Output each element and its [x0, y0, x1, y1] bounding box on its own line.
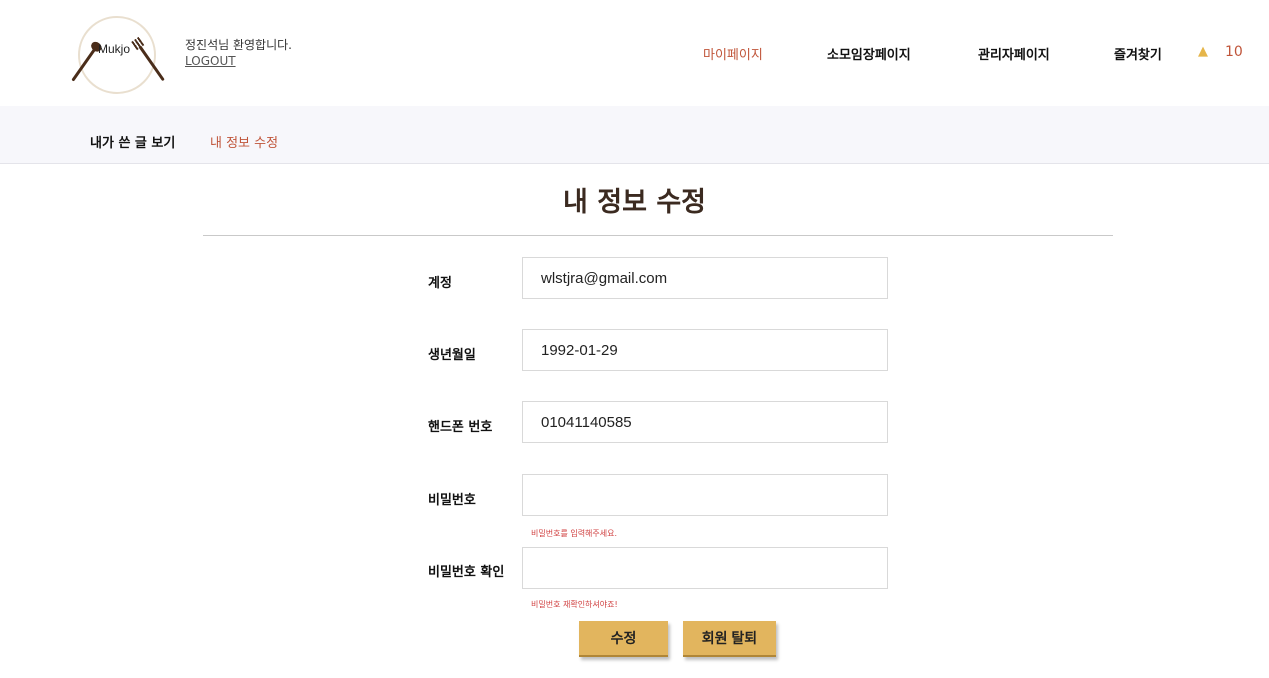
account-label: 계정 — [428, 276, 452, 291]
nav-group-leader-page[interactable]: 소모임장페이지 — [827, 44, 911, 63]
password-hint: 비밀번호를 입력해주세요. — [531, 529, 618, 538]
nav-mypage[interactable]: 마이페이지 — [703, 44, 763, 63]
password-confirm-hint: 비밀번호 재확인하셔야죠! — [531, 600, 618, 609]
birthdate-label: 생년월일 — [428, 348, 476, 363]
password-label: 비밀번호 — [428, 493, 476, 508]
fork-icon — [138, 45, 165, 82]
password-confirm-label: 비밀번호 확인 — [428, 565, 505, 580]
birthdate-field[interactable] — [522, 329, 888, 371]
submit-button[interactable]: 수정 — [579, 621, 668, 657]
page-title: 내 정보 수정 — [563, 187, 706, 218]
password-confirm-field[interactable] — [522, 547, 888, 589]
withdraw-button[interactable]: 회원 탈퇴 — [683, 621, 776, 657]
divider — [203, 235, 1113, 236]
header: Mukjo 정진석님 환영합니다. LOGOUT 마이페이지 소모임장페이지 관… — [0, 0, 1269, 106]
account-field[interactable] — [522, 257, 888, 299]
welcome-message: 정진석님 환영합니다. — [185, 38, 292, 52]
phone-label: 핸드폰 번호 — [428, 420, 493, 435]
logout-link[interactable]: LOGOUT — [185, 54, 236, 68]
bell-icon[interactable]: ▲ — [1198, 44, 1208, 59]
subnav-my-posts[interactable]: 내가 쓴 글 보기 — [90, 132, 175, 151]
phone-field[interactable] — [522, 401, 888, 443]
notification-count[interactable]: 10 — [1225, 44, 1243, 60]
logo[interactable]: Mukjo — [71, 16, 165, 94]
sub-navigation: 내가 쓴 글 보기 내 정보 수정 — [0, 106, 1269, 164]
subnav-edit-profile[interactable]: 내 정보 수정 — [210, 132, 278, 151]
logo-text: Mukjo — [98, 42, 131, 56]
nav-favorites[interactable]: 즐겨찾기 — [1114, 44, 1162, 63]
password-field[interactable] — [522, 474, 888, 516]
spoon-icon — [71, 47, 97, 82]
nav-admin-page[interactable]: 관리자페이지 — [978, 44, 1050, 63]
